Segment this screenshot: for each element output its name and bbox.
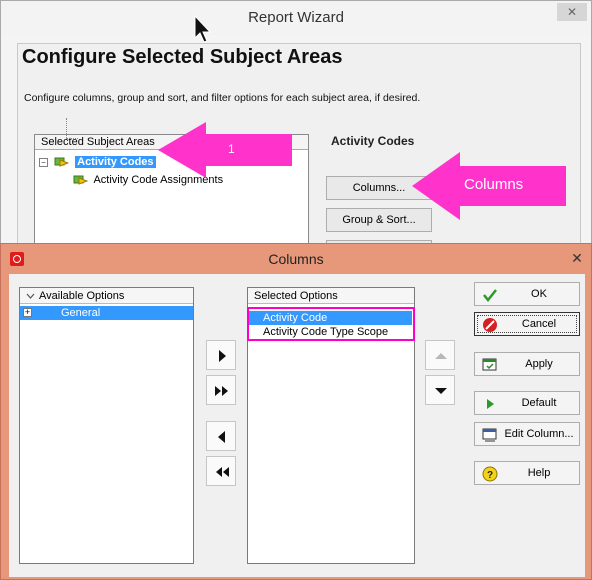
tree-item-activity-codes[interactable]: − Activity Codes [39, 154, 156, 170]
cancel-button-label: Cancel [521, 318, 557, 330]
available-options-header: Available Options [20, 288, 193, 304]
selected-options-header: Selected Options [248, 288, 414, 304]
mouse-cursor-icon [194, 14, 212, 43]
selected-options-list[interactable]: Selected Options Activity Code Activity … [247, 287, 415, 564]
collapse-icon[interactable]: − [39, 157, 48, 167]
cancel-button[interactable]: Cancel [474, 312, 580, 336]
move-up-button[interactable] [425, 340, 455, 370]
available-options-header-label: Available Options [39, 290, 125, 302]
move-down-button[interactable] [425, 375, 455, 405]
wizard-titlebar: Report Wizard ✕ [1, 1, 591, 35]
expand-icon[interactable]: + [23, 308, 32, 317]
dialog-body: Available Options + General Selected Opt… [9, 274, 585, 577]
available-options-list[interactable]: Available Options + General [19, 287, 194, 564]
arrow-down-icon [435, 388, 447, 394]
wizard-close-button[interactable]: ✕ [557, 3, 587, 21]
remove-button[interactable] [206, 421, 236, 451]
add-all-button[interactable] [206, 375, 236, 405]
page-description: Configure columns, group and sort, and f… [24, 92, 421, 104]
tree-item-label: Activity Codes [75, 156, 156, 168]
current-subject-area-label: Activity Codes [331, 134, 415, 148]
dialog-title: Columns [268, 251, 324, 267]
help-button-label: Help [527, 467, 551, 479]
edit-column-button[interactable]: Edit Column... [474, 422, 580, 446]
cancel-icon [483, 318, 497, 332]
edit-column-button-label: Edit Column... [504, 428, 574, 440]
arrow-up-icon [435, 353, 447, 359]
double-arrow-right-icon [215, 386, 228, 396]
annotation-label-1: 1 [228, 142, 235, 156]
available-item-general[interactable]: + General [20, 306, 193, 320]
default-button[interactable]: Default [474, 391, 580, 415]
tree-connector-line [66, 118, 67, 138]
subject-area-icon [73, 175, 88, 185]
chevron-down-icon [26, 293, 35, 300]
help-icon: ? [482, 466, 498, 482]
apply-icon [482, 358, 497, 371]
checkmark-icon [483, 289, 497, 303]
tree-connector-line [66, 138, 78, 139]
left-arrow-shape [158, 122, 292, 178]
remove-all-button[interactable] [206, 456, 236, 486]
subject-area-icon [54, 157, 70, 167]
annotation-highlight-box [247, 307, 415, 341]
page-title: Configure Selected Subject Areas [22, 46, 343, 68]
dialog-close-button[interactable]: ✕ [569, 250, 585, 266]
help-button[interactable]: ? Help [474, 461, 580, 485]
ok-button-label: OK [531, 288, 547, 300]
edit-column-icon [482, 428, 497, 442]
add-button[interactable] [206, 340, 236, 370]
svg-text:?: ? [487, 470, 493, 481]
arrow-right-icon [219, 350, 226, 362]
annotation-arrow-1: 1 [158, 122, 296, 178]
apply-button-label: Apply [525, 358, 553, 370]
apply-button[interactable]: Apply [474, 352, 580, 376]
annotation-arrow-2: Columns [412, 152, 570, 220]
play-icon [487, 399, 494, 409]
default-button-label: Default [521, 397, 557, 409]
wizard-title: Report Wizard [248, 9, 344, 26]
annotation-label-2: Columns [464, 176, 524, 193]
double-arrow-left-icon [216, 467, 229, 477]
list-item-label: General [61, 307, 101, 319]
dialog-titlebar: Columns ✕ [1, 244, 591, 274]
arrow-left-icon [218, 431, 225, 443]
ok-button[interactable]: OK [474, 282, 580, 306]
columns-dialog: Columns ✕ Available Options + General Se… [0, 243, 592, 580]
